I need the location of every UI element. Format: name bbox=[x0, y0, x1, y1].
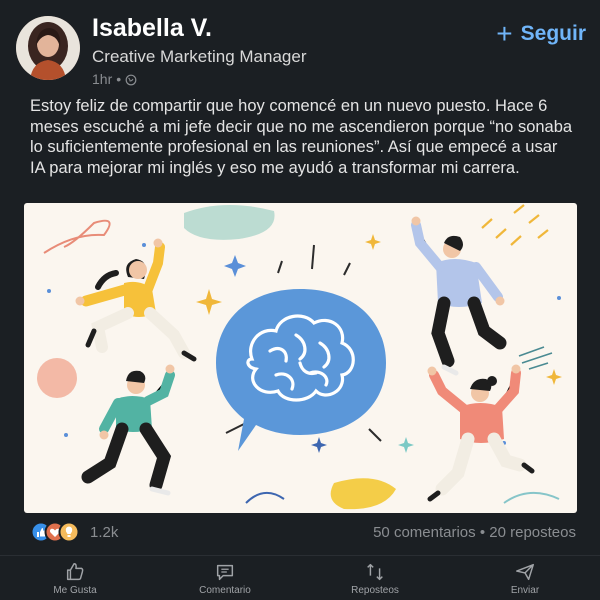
author-headline: Creative Marketing Manager bbox=[92, 47, 307, 66]
send-label: Enviar bbox=[510, 584, 540, 596]
repost-label: Reposteos bbox=[351, 584, 399, 596]
globe-icon bbox=[125, 73, 137, 86]
send-button[interactable]: Enviar bbox=[450, 556, 600, 600]
social-counts: 1.2k 50 comentarios • 20 reposteos bbox=[0, 517, 600, 547]
comment-icon bbox=[216, 564, 234, 580]
comment-button[interactable]: Comentario bbox=[150, 556, 300, 600]
comment-label: Comentario bbox=[199, 584, 251, 596]
post-header: Isabella V. Creative Marketing Manager 1… bbox=[0, 0, 600, 95]
repost-icon bbox=[367, 563, 383, 580]
follow-label: Seguir bbox=[520, 22, 586, 45]
like-label: Me Gusta bbox=[53, 584, 97, 596]
meta-separator: • bbox=[116, 71, 122, 87]
author-name[interactable]: Isabella V. bbox=[92, 14, 212, 43]
like-button[interactable]: Me Gusta bbox=[0, 556, 150, 600]
avatar[interactable] bbox=[16, 16, 80, 80]
reaction-icons[interactable] bbox=[30, 521, 82, 543]
comment-count[interactable]: 50 comentarios bbox=[373, 524, 476, 541]
post-meta: 1hr • bbox=[92, 71, 137, 87]
reaction-count[interactable]: 1.2k bbox=[90, 524, 118, 541]
plus-icon: + bbox=[496, 18, 513, 49]
post-time: 1hr bbox=[92, 71, 113, 87]
thumbs-up-icon bbox=[66, 562, 84, 580]
repost-count[interactable]: 20 reposteos bbox=[489, 524, 576, 541]
follow-button[interactable]: + Seguir bbox=[496, 20, 586, 48]
action-bar: Me Gusta Comentario Reposteos Enviar bbox=[0, 555, 600, 600]
counts-separator: • bbox=[479, 524, 486, 541]
comments-reposts: 50 comentarios • 20 reposteos bbox=[373, 524, 576, 541]
post-text: Estoy feliz de compartir que hoy comencé… bbox=[30, 97, 573, 177]
post-image[interactable] bbox=[24, 203, 577, 513]
send-icon bbox=[516, 563, 534, 580]
repost-button[interactable]: Reposteos bbox=[300, 556, 450, 600]
